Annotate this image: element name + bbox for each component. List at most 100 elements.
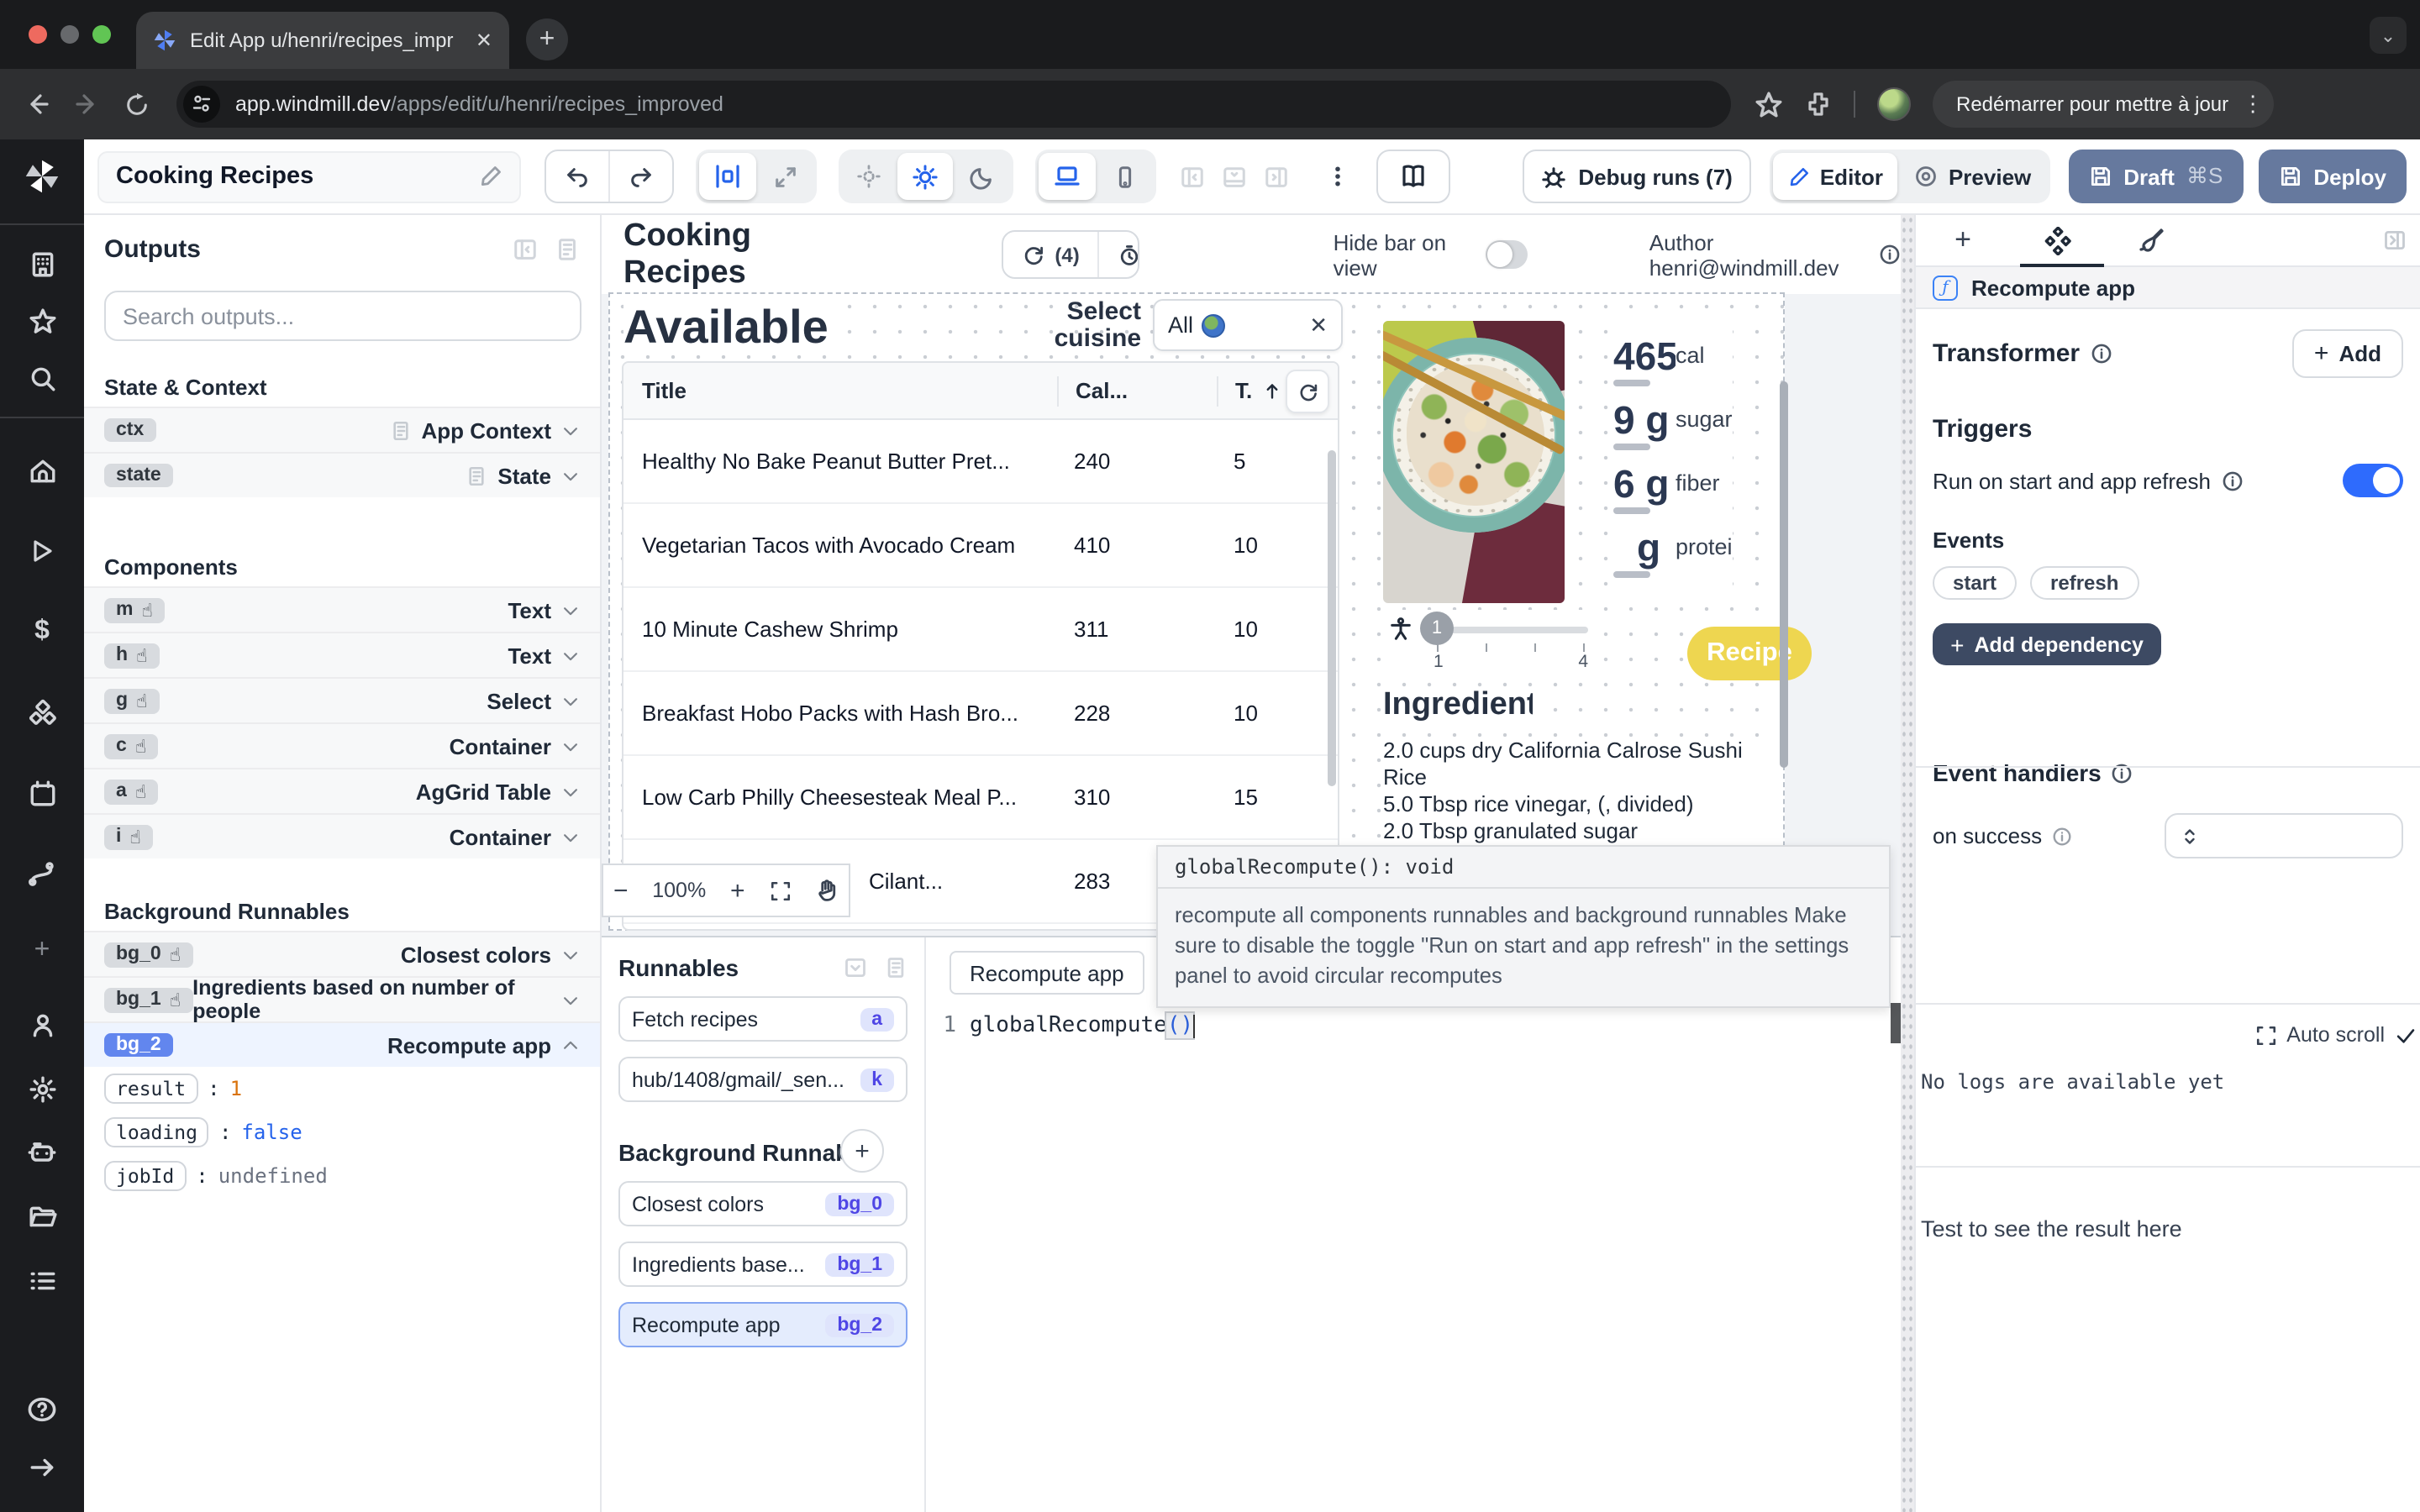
add-bg-runnable-button[interactable]: + <box>840 1129 884 1173</box>
preview-mode-tab[interactable]: Preview <box>1900 153 2046 200</box>
tab-insert[interactable]: + <box>1916 223 2010 257</box>
collapse-panel-icon[interactable] <box>513 237 538 262</box>
sidebar-item-folders[interactable] <box>0 1188 84 1245</box>
zoom-in-button[interactable]: + <box>730 876 745 905</box>
expand-logs-icon[interactable] <box>2254 1024 2276 1046</box>
site-settings-icon[interactable] <box>183 86 220 123</box>
servings-slider[interactable]: 1 1 4 <box>1383 610 1595 670</box>
sidebar-item-users[interactable] <box>0 996 84 1053</box>
back-icon[interactable] <box>24 91 50 118</box>
info-icon[interactable] <box>1879 244 1901 265</box>
table-refresh-button[interactable] <box>1286 370 1329 413</box>
chevron-up-icon[interactable] <box>561 1036 580 1054</box>
bookmark-star-icon[interactable] <box>1754 90 1783 118</box>
app-scrollbar[interactable] <box>1780 381 1788 768</box>
add-transformer-button[interactable]: +Add <box>2292 329 2403 378</box>
event-chip-start[interactable]: start <box>1933 566 2017 600</box>
edit-pencil-icon[interactable] <box>479 165 502 188</box>
column-cal[interactable]: Cal... <box>1057 375 1217 406</box>
loading-row[interactable]: loading: false <box>84 1110 600 1154</box>
output-row-state[interactable]: state State <box>84 452 600 497</box>
pan-hand-button[interactable] <box>815 879 839 902</box>
sidebar-item-favorites[interactable] <box>0 292 84 349</box>
table-row[interactable]: Vegetarian Tacos with Avocado Cream41010 <box>623 504 1338 588</box>
browser-menu-icon[interactable]: ⋮ <box>2242 91 2264 118</box>
table-row[interactable]: Breakfast Hobo Packs with Hash Bro...228… <box>623 672 1338 756</box>
doc-icon[interactable] <box>884 956 908 979</box>
code-tab[interactable]: Recompute app <box>950 951 1144 995</box>
code-scrollbar[interactable] <box>1891 1003 1901 1043</box>
sidebar-item-resources[interactable] <box>0 684 84 741</box>
table-row[interactable]: 10 Minute Cashew Shrimp31110 <box>623 588 1338 672</box>
forward-icon[interactable] <box>74 91 101 118</box>
panel-resize-gutter[interactable] <box>1901 215 1914 1512</box>
help-icon[interactable] <box>0 1381 84 1438</box>
output-row-bg0[interactable]: bg_0☝Closest colors <box>84 931 600 976</box>
on-success-select[interactable] <box>2165 813 2403 858</box>
extensions-icon[interactable] <box>1805 91 1832 118</box>
more-options-icon[interactable] <box>1326 165 1349 188</box>
profile-avatar[interactable] <box>1877 87 1911 121</box>
sort-asc-icon[interactable] <box>1262 381 1282 401</box>
cuisine-select[interactable]: All ✕ <box>1153 299 1343 351</box>
undo-button[interactable] <box>546 151 608 202</box>
table-row[interactable]: Healthy No Bake Peanut Butter Pret...240… <box>623 420 1338 504</box>
sidebar-item-add[interactable]: + <box>0 922 84 979</box>
fullscreen-layout-toggle[interactable] <box>758 153 813 200</box>
tab-settings[interactable] <box>2010 226 2104 255</box>
table-row[interactable]: Low Carb Philly Cheesesteak Meal P...310… <box>623 756 1338 840</box>
recipe-button[interactable]: Recipe <box>1687 627 1812 680</box>
draft-save-button[interactable]: Draft⌘S <box>2068 150 2243 203</box>
output-row-bg1[interactable]: bg_1☝Ingredients based on number of peop… <box>84 976 600 1021</box>
sidebar-item-runs[interactable] <box>0 522 84 580</box>
theme-dark-toggle[interactable] <box>955 153 1010 200</box>
run-on-start-toggle[interactable] <box>2343 464 2403 497</box>
browser-update-button[interactable]: Redémarrer pour mettre à jour ⋮ <box>1933 81 2274 128</box>
output-row-component[interactable]: a☝AgGrid Table <box>84 768 600 813</box>
close-tab-icon[interactable]: ✕ <box>476 29 492 52</box>
tab-styling[interactable] <box>2104 227 2198 254</box>
sidebar-item-logs[interactable] <box>0 1252 84 1309</box>
theme-light-toggle[interactable] <box>897 153 953 200</box>
info-icon[interactable] <box>2112 762 2133 784</box>
address-bar[interactable]: app.windmill.dev/apps/edit/u/henri/recip… <box>176 81 1731 128</box>
collapse-runnables-icon[interactable] <box>844 956 867 979</box>
slider-handle[interactable]: 1 <box>1420 612 1454 645</box>
sidebar-item-variables[interactable]: $ <box>0 603 84 660</box>
output-row-component[interactable]: i☝Container <box>84 813 600 858</box>
deploy-button[interactable]: Deploy <box>2258 150 2407 203</box>
output-row-ctx[interactable]: ctx App Context <box>84 407 600 452</box>
sidebar-item-schedules[interactable] <box>0 764 84 822</box>
event-chip-refresh[interactable]: refresh <box>2030 566 2139 600</box>
docs-book-button[interactable] <box>1376 150 1450 203</box>
result-row[interactable]: result: 1 <box>84 1067 600 1110</box>
info-icon[interactable] <box>2221 470 2243 491</box>
hide-bar-toggle[interactable] <box>1486 240 1528 269</box>
sidebar-item-workspace[interactable] <box>0 235 84 292</box>
zoom-out-button[interactable]: − <box>613 876 629 905</box>
sidebar-item-search[interactable] <box>0 349 84 407</box>
fit-view-button[interactable] <box>769 879 791 901</box>
search-outputs-input[interactable]: Search outputs... <box>104 291 581 341</box>
hide-left-panel-icon[interactable] <box>1180 164 1205 189</box>
hide-bottom-panel-icon[interactable] <box>1222 164 1247 189</box>
sidebar-item-home[interactable] <box>0 442 84 499</box>
output-row-bg2-selected[interactable]: bg_2Recompute app <box>84 1021 600 1067</box>
app-refresh-button[interactable]: (4) <box>1002 232 1097 277</box>
chevron-down-icon[interactable] <box>561 421 580 439</box>
collapse-rail-icon[interactable] <box>0 1438 84 1495</box>
add-dependency-button[interactable]: +Add dependency <box>1933 623 2161 665</box>
tab-search-icon[interactable]: ⌄ <box>2370 17 2407 54</box>
centered-layout-toggle[interactable] <box>699 153 756 200</box>
sidebar-item-settings[interactable] <box>0 1060 84 1117</box>
column-title[interactable]: Title <box>623 378 1057 403</box>
output-row-component[interactable]: c☝Container <box>84 722 600 768</box>
app-sheet[interactable]: Available Select cuisine All ✕ Title Cal… <box>608 292 1785 931</box>
app-title-input[interactable]: Cooking Recipes <box>97 150 521 202</box>
doc-panel-icon[interactable] <box>555 237 580 262</box>
zoom-window-button[interactable] <box>92 25 111 44</box>
close-window-button[interactable] <box>29 25 47 44</box>
code-editor[interactable]: 1 globalRecompute() <box>926 1003 1886 1512</box>
app-history-button[interactable] <box>1098 232 1140 277</box>
redo-button[interactable] <box>608 151 672 202</box>
